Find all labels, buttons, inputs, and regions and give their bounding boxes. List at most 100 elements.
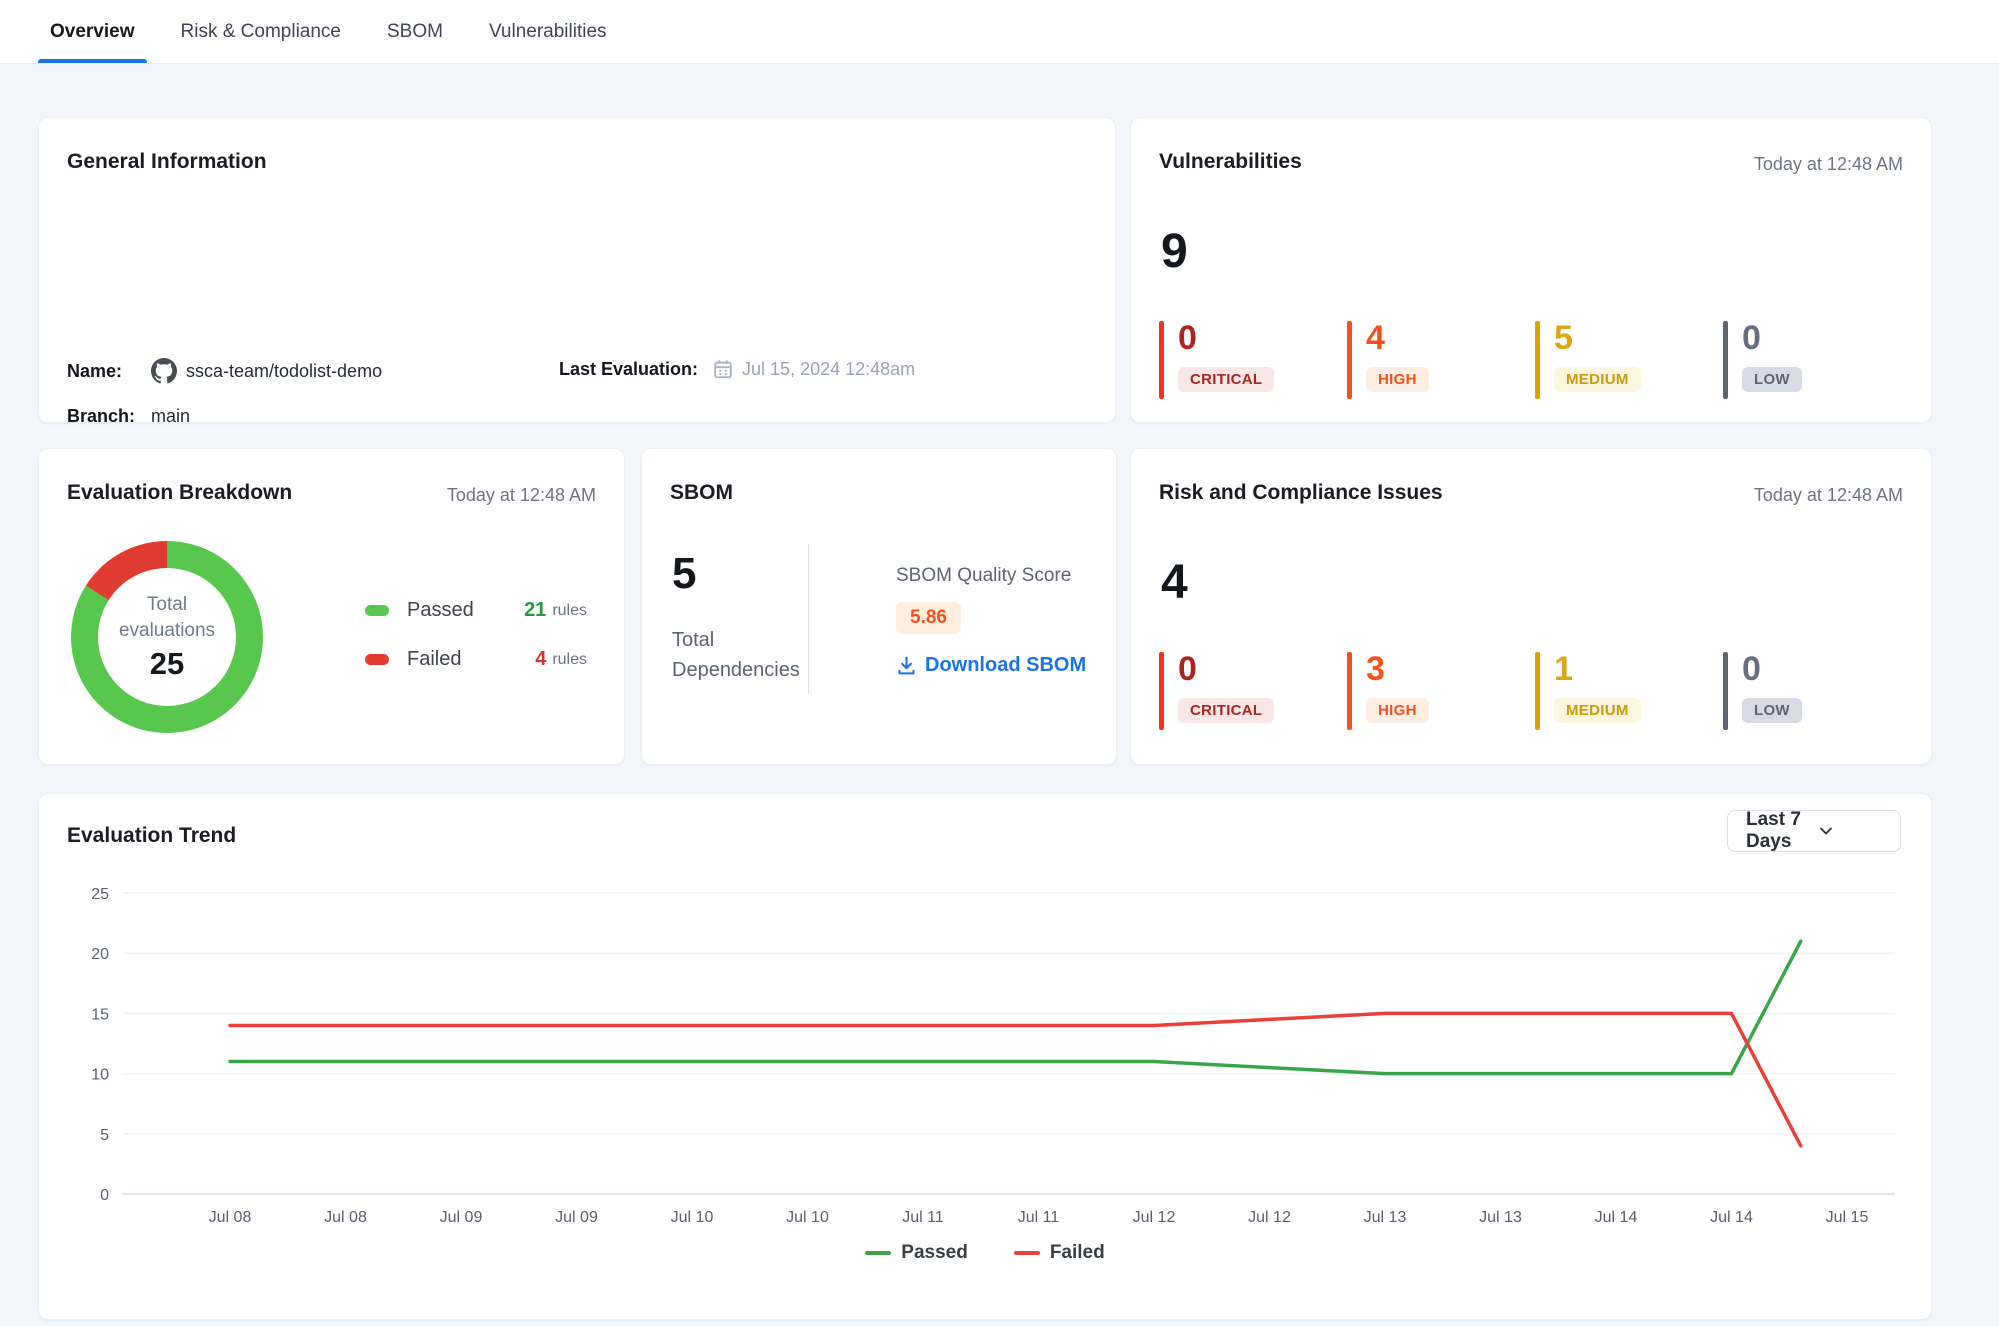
divider [808,544,809,694]
branch-label: Branch: [67,406,151,427]
severity-medium: 5 MEDIUM [1535,321,1723,399]
sbom-title: SBOM [670,481,733,505]
severity-badge: CRITICAL [1178,367,1274,392]
severity-badge: LOW [1742,698,1802,723]
security-dashboard: Overview Risk & Compliance SBOM Vulnerab… [0,0,1999,1326]
severity-count: 5 [1554,321,1641,357]
svg-text:Jul 14: Jul 14 [1595,1209,1638,1226]
tab-risk-compliance-label: Risk & Compliance [181,21,342,43]
evaluation-breakdown-title: Evaluation Breakdown [67,481,292,505]
trend-legend-passed: Passed [865,1242,968,1264]
severity-low: 0 LOW [1723,652,1911,730]
legend-failed: Failed 4 rules [365,648,587,671]
calendar-icon [712,358,734,380]
evaluation-trend-title: Evaluation Trend [67,824,236,848]
failed-swatch [365,654,389,665]
donut-center-label: Total evaluations [107,592,227,643]
svg-text:Jul 08: Jul 08 [324,1209,367,1226]
download-sbom-label: Download SBOM [925,654,1086,677]
trend-failed-label: Failed [1050,1242,1105,1264]
total-dependencies-label: Total Dependencies [672,625,822,685]
vulnerabilities-severity-row: 0 CRITICAL 4 HIGH 5 MEDIUM 0 LOW [1159,321,1911,399]
vulnerabilities-title: Vulnerabilities [1159,150,1302,174]
risk-compliance-title: Risk and Compliance Issues [1159,481,1443,505]
vulnerabilities-timestamp: Today at 12:48 AM [1754,154,1903,175]
severity-badge: HIGH [1366,698,1429,723]
tab-sbom-label: SBOM [387,21,443,43]
svg-text:10: 10 [91,1067,109,1084]
svg-text:25: 25 [91,886,109,903]
severity-count: 1 [1554,652,1641,688]
last-evaluation-value: Jul 15, 2024 12:48am [742,359,915,380]
severity-count: 0 [1742,652,1802,688]
severity-badge: MEDIUM [1554,698,1641,723]
severity-bar [1347,652,1352,730]
severity-medium: 1 MEDIUM [1535,652,1723,730]
last-evaluation-row: Last Evaluation: Jul 15, 2024 12:48am [559,358,915,380]
evaluation-legend: Passed 21 rules Failed 4 rules [365,599,587,671]
severity-bar [1159,652,1164,730]
svg-text:Jul 13: Jul 13 [1479,1209,1522,1226]
risk-compliance-card: Risk and Compliance Issues Today at 12:4… [1130,448,1932,765]
svg-text:Jul 11: Jul 11 [902,1209,944,1226]
branch-row: Branch: main [67,406,190,427]
chevron-down-icon [1816,821,1886,841]
passed-unit: rules [552,602,587,620]
risk-compliance-timestamp: Today at 12:48 AM [1754,485,1903,506]
svg-text:15: 15 [91,1006,109,1023]
tab-bar: Overview Risk & Compliance SBOM Vulnerab… [0,0,1999,64]
severity-count: 0 [1178,321,1274,357]
download-sbom-link[interactable]: Download SBOM [896,654,1086,677]
risk-compliance-total: 4 [1161,557,1188,610]
total-dependencies-value: 5 [672,552,696,596]
severity-low: 0 LOW [1723,321,1911,399]
svg-text:Jul 12: Jul 12 [1248,1209,1291,1226]
svg-text:Jul 10: Jul 10 [671,1209,714,1226]
severity-count: 0 [1178,652,1274,688]
evaluation-breakdown-timestamp: Today at 12:48 AM [447,485,596,506]
severity-high: 4 HIGH [1347,321,1535,399]
svg-text:20: 20 [91,946,109,963]
passed-count: 21 [524,599,546,622]
severity-bar [1535,652,1540,730]
severity-count: 4 [1366,321,1429,357]
sbom-quality-score-badge: 5.86 [896,602,961,634]
svg-text:Jul 13: Jul 13 [1364,1209,1407,1226]
evaluation-trend-chart: 0510152025Jul 08Jul 08Jul 09Jul 09Jul 10… [39,874,1933,1234]
severity-bar [1535,321,1540,399]
tab-vulnerabilities[interactable]: Vulnerabilities [487,0,609,63]
svg-text:Jul 10: Jul 10 [786,1209,829,1226]
sbom-card: SBOM 5 Total Dependencies SBOM Quality S… [641,448,1117,765]
tab-risk-compliance[interactable]: Risk & Compliance [179,0,344,63]
svg-text:Jul 08: Jul 08 [209,1209,252,1226]
donut-center: Total evaluations 25 [98,568,236,706]
tab-sbom[interactable]: SBOM [385,0,445,63]
tab-overview[interactable]: Overview [48,0,137,63]
severity-high: 3 HIGH [1347,652,1535,730]
general-information-card: General Information Name: ssca-team/todo… [38,117,1116,423]
time-range-value: Last 7 Days [1746,809,1816,853]
evaluation-trend-card: Evaluation Trend Last 7 Days 0 5 10 15 20 25 J… [38,793,1932,1320]
severity-bar [1347,321,1352,399]
evaluations-donut-chart: Total evaluations 25 [71,541,263,733]
severity-badge: HIGH [1366,367,1429,392]
severity-bar [1723,652,1728,730]
severity-badge: MEDIUM [1554,367,1641,392]
legend-passed: Passed 21 rules [365,599,587,622]
svg-text:Jul 09: Jul 09 [440,1209,483,1226]
severity-critical: 0 CRITICAL [1159,652,1347,730]
severity-count: 0 [1742,321,1802,357]
github-icon [151,358,177,384]
time-range-select[interactable]: Last 7 Days [1727,810,1901,852]
failed-count: 4 [535,648,546,671]
sbom-quality-score-label: SBOM Quality Score [896,565,1086,587]
sbom-quality-section: SBOM Quality Score 5.86 Download SBOM [896,565,1086,677]
svg-text:Jul 12: Jul 12 [1133,1209,1176,1226]
evaluation-breakdown-card: Evaluation Breakdown Today at 12:48 AM T… [38,448,625,765]
failed-label: Failed [407,648,535,671]
svg-text:5: 5 [100,1127,109,1144]
svg-text:0: 0 [100,1187,109,1204]
tab-overview-label: Overview [50,21,135,43]
svg-text:Jul 14: Jul 14 [1710,1209,1753,1226]
risk-compliance-severity-row: 0 CRITICAL 3 HIGH 1 MEDIUM 0 LOW [1159,652,1911,730]
